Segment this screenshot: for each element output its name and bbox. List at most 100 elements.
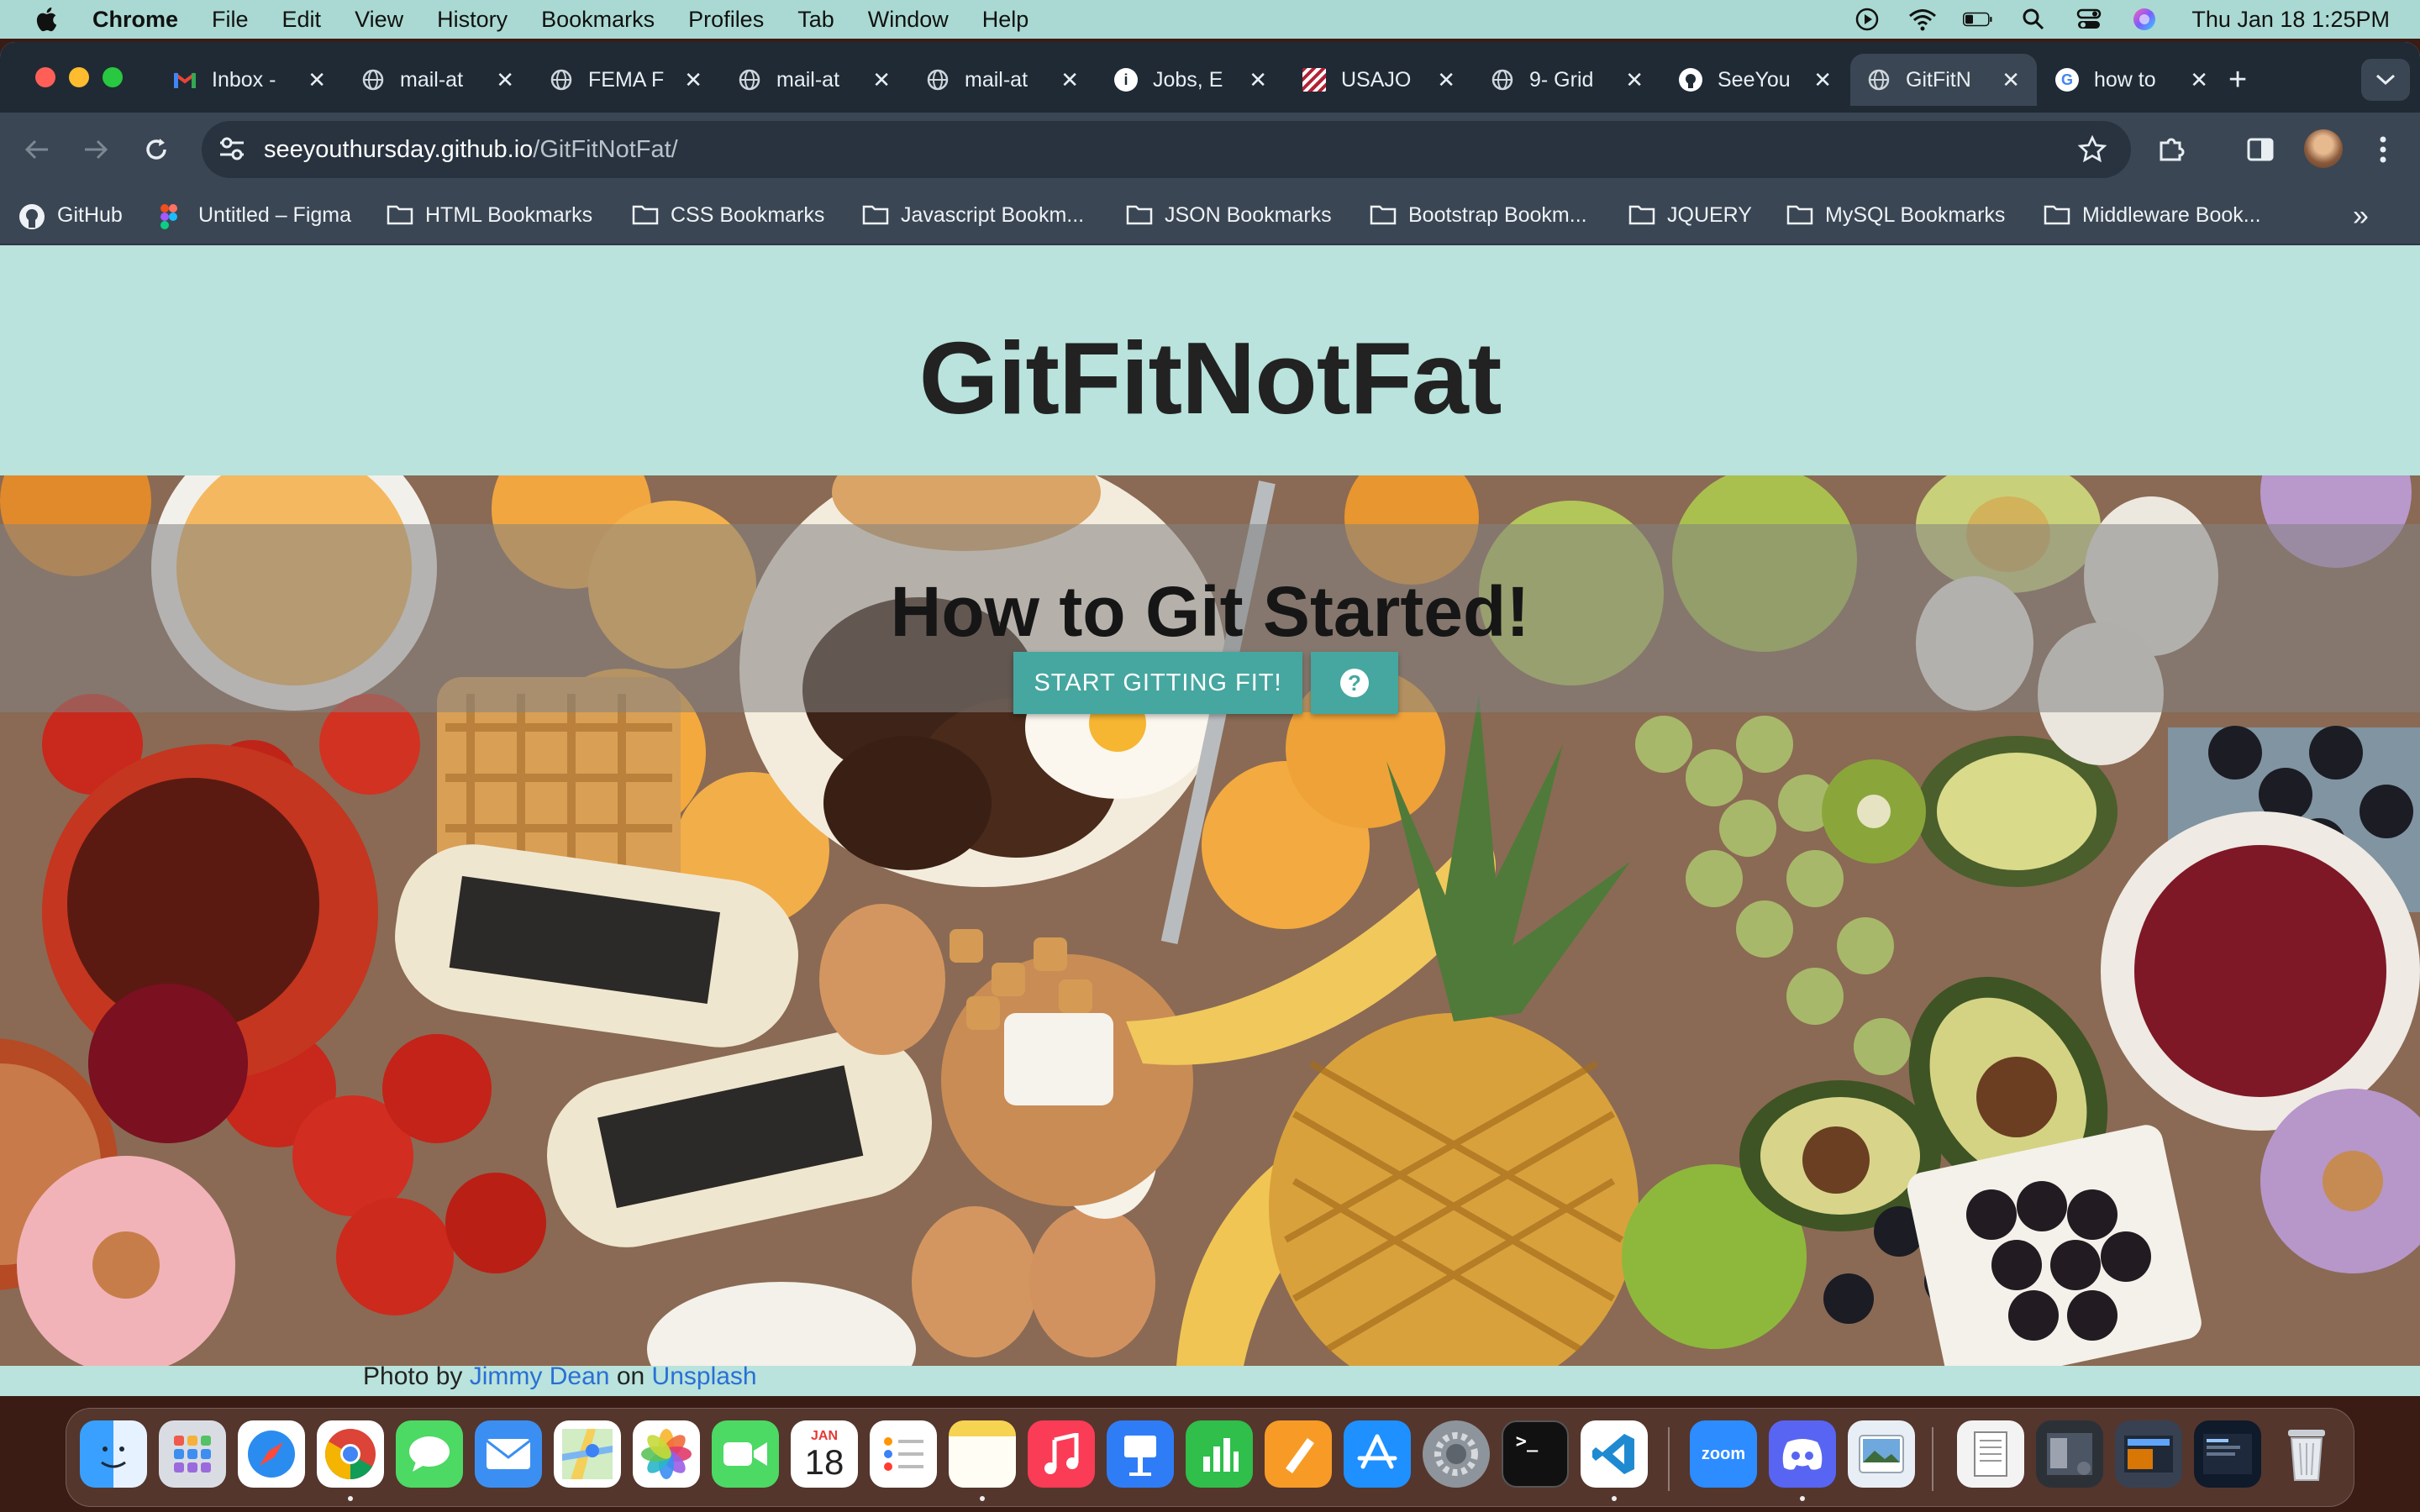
bookmark-javascript[interactable]: Javascript Bookm... bbox=[862, 197, 1084, 234]
tab-mail-at-3[interactable]: mail-at ✕ bbox=[909, 54, 1096, 106]
menu-window[interactable]: Window bbox=[868, 7, 949, 33]
window-close-button[interactable] bbox=[35, 67, 55, 87]
photos-icon[interactable] bbox=[633, 1420, 700, 1488]
menu-view[interactable]: View bbox=[355, 7, 403, 33]
vscode-icon[interactable] bbox=[1581, 1420, 1648, 1488]
wifi-icon[interactable] bbox=[1907, 7, 1938, 32]
system-settings-gear-icon[interactable] bbox=[1423, 1420, 1490, 1488]
menu-tab[interactable]: Tab bbox=[797, 7, 834, 33]
bookmark-figma[interactable]: Untitled – Figma bbox=[160, 197, 351, 234]
bookmark-github[interactable]: GitHub bbox=[18, 197, 123, 234]
numbers-icon[interactable] bbox=[1186, 1420, 1253, 1488]
tab-close-icon[interactable]: ✕ bbox=[872, 67, 891, 93]
maps-icon[interactable] bbox=[554, 1420, 621, 1488]
chrome-icon[interactable] bbox=[317, 1420, 384, 1488]
kebab-menu-icon[interactable] bbox=[2365, 131, 2402, 168]
help-button[interactable]: ? bbox=[1311, 652, 1398, 714]
tab-mail-at-1[interactable]: mail-at ✕ bbox=[345, 54, 531, 106]
reload-icon[interactable] bbox=[138, 131, 175, 168]
site-info-tune-icon[interactable] bbox=[217, 134, 249, 165]
address-bar[interactable]: seeyouthursday.github.io/GitFitNotFat/ bbox=[202, 121, 2131, 178]
facetime-icon[interactable] bbox=[712, 1420, 779, 1488]
screenshot-thumbnail-2[interactable] bbox=[2115, 1420, 2182, 1488]
screenshot-thumbnail-3[interactable] bbox=[2194, 1420, 2261, 1488]
music-icon[interactable] bbox=[1028, 1420, 1095, 1488]
credit-author-link[interactable]: Jimmy Dean bbox=[470, 1362, 610, 1390]
tab-search-chevron-icon[interactable] bbox=[2361, 59, 2410, 101]
menu-help[interactable]: Help bbox=[982, 7, 1029, 33]
menu-bookmarks[interactable]: Bookmarks bbox=[541, 7, 655, 33]
tab-close-icon[interactable]: ✕ bbox=[1437, 67, 1455, 93]
control-center-icon[interactable] bbox=[2074, 7, 2104, 32]
notes-icon[interactable] bbox=[949, 1420, 1016, 1488]
back-arrow-icon[interactable] bbox=[18, 131, 55, 168]
bookmark-mysql[interactable]: MySQL Bookmarks bbox=[1786, 197, 2005, 234]
menu-chrome[interactable]: Chrome bbox=[92, 7, 178, 33]
apple-logo-icon[interactable] bbox=[34, 5, 62, 34]
calendar-icon[interactable]: JAN 18 bbox=[791, 1420, 858, 1488]
tab-close-icon[interactable]: ✕ bbox=[496, 67, 514, 93]
bookmarks-overflow-chevron-icon[interactable]: » bbox=[2353, 200, 2369, 233]
bookmark-jquery[interactable]: JQUERY bbox=[1628, 197, 1752, 234]
screen-record-icon[interactable] bbox=[1852, 7, 1882, 32]
finder-icon[interactable] bbox=[80, 1420, 147, 1488]
messages-icon[interactable] bbox=[396, 1420, 463, 1488]
trash-icon[interactable] bbox=[2273, 1420, 2340, 1488]
app-store-icon[interactable] bbox=[1344, 1420, 1411, 1488]
keynote-icon[interactable] bbox=[1107, 1420, 1174, 1488]
folder-icon bbox=[2044, 203, 2070, 227]
document-stack-icon[interactable] bbox=[1957, 1420, 2024, 1488]
siri-icon[interactable] bbox=[2129, 7, 2160, 32]
start-gitting-fit-button[interactable]: START GITTING FIT! bbox=[1013, 652, 1302, 714]
terminal-icon[interactable]: >_ bbox=[1502, 1420, 1569, 1488]
menu-edit[interactable]: Edit bbox=[282, 7, 322, 33]
bookmark-html[interactable]: HTML Bookmarks bbox=[387, 197, 592, 234]
url-text[interactable]: seeyouthursday.github.io/GitFitNotFat/ bbox=[264, 136, 678, 164]
safari-icon[interactable] bbox=[238, 1420, 305, 1488]
pages-icon[interactable] bbox=[1265, 1420, 1332, 1488]
tab-close-icon[interactable]: ✕ bbox=[1813, 67, 1832, 93]
launchpad-icon[interactable] bbox=[159, 1420, 226, 1488]
reminders-icon[interactable] bbox=[870, 1420, 937, 1488]
menu-profiles[interactable]: Profiles bbox=[688, 7, 764, 33]
side-panel-icon[interactable] bbox=[2242, 131, 2279, 168]
menubar-clock[interactable]: Thu Jan 18 1:25PM bbox=[2191, 7, 2390, 33]
profile-avatar[interactable] bbox=[2304, 129, 2343, 168]
tab-inbox[interactable]: Inbox - ✕ bbox=[156, 54, 343, 106]
mail-icon[interactable] bbox=[475, 1420, 542, 1488]
bookmark-middleware[interactable]: Middleware Book... bbox=[2044, 197, 2261, 234]
tab-close-icon[interactable]: ✕ bbox=[1060, 67, 1079, 93]
bookmark-json[interactable]: JSON Bookmarks bbox=[1126, 197, 1332, 234]
tab-close-icon[interactable]: ✕ bbox=[1249, 67, 1267, 93]
new-tab-plus-icon[interactable]: + bbox=[2228, 64, 2247, 96]
tab-close-icon[interactable]: ✕ bbox=[684, 67, 702, 93]
screenshot-thumbnail-1[interactable] bbox=[2036, 1420, 2103, 1488]
bookmark-star-icon[interactable] bbox=[2077, 134, 2109, 166]
window-minimize-button[interactable] bbox=[69, 67, 89, 87]
bookmark-css[interactable]: CSS Bookmarks bbox=[632, 197, 824, 234]
tab-jobs[interactable]: i Jobs, E ✕ bbox=[1097, 54, 1284, 106]
menu-file[interactable]: File bbox=[212, 7, 249, 33]
tab-how-to[interactable]: G how to ✕ bbox=[2039, 54, 2225, 106]
window-zoom-button[interactable] bbox=[103, 67, 123, 87]
spotlight-search-icon[interactable] bbox=[2018, 7, 2049, 32]
tab-close-icon[interactable]: ✕ bbox=[2002, 67, 2020, 93]
menu-history[interactable]: History bbox=[437, 7, 508, 33]
tab-grid[interactable]: 9- Grid ✕ bbox=[1474, 54, 1660, 106]
tab-fema[interactable]: FEMA F ✕ bbox=[533, 54, 719, 106]
bookmark-bootstrap[interactable]: Bootstrap Bookm... bbox=[1370, 197, 1587, 234]
battery-icon[interactable] bbox=[1963, 7, 1993, 32]
preview-icon[interactable] bbox=[1848, 1420, 1915, 1488]
tab-close-icon[interactable]: ✕ bbox=[308, 67, 326, 93]
tab-seeyou[interactable]: SeeYou ✕ bbox=[1662, 54, 1849, 106]
tab-close-icon[interactable]: ✕ bbox=[1625, 67, 1644, 93]
tab-close-icon[interactable]: ✕ bbox=[2190, 67, 2208, 93]
tab-usajobs[interactable]: USAJO ✕ bbox=[1286, 54, 1472, 106]
extensions-puzzle-icon[interactable] bbox=[2153, 131, 2190, 168]
tab-mail-at-2[interactable]: mail-at ✕ bbox=[721, 54, 908, 106]
tab-gitfitnotfat-active[interactable]: GitFitN ✕ bbox=[1850, 54, 2037, 106]
zoom-icon[interactable]: zoom bbox=[1690, 1420, 1757, 1488]
discord-icon[interactable] bbox=[1769, 1420, 1836, 1488]
credit-source-link[interactable]: Unsplash bbox=[652, 1362, 757, 1390]
forward-arrow-icon[interactable] bbox=[77, 131, 114, 168]
